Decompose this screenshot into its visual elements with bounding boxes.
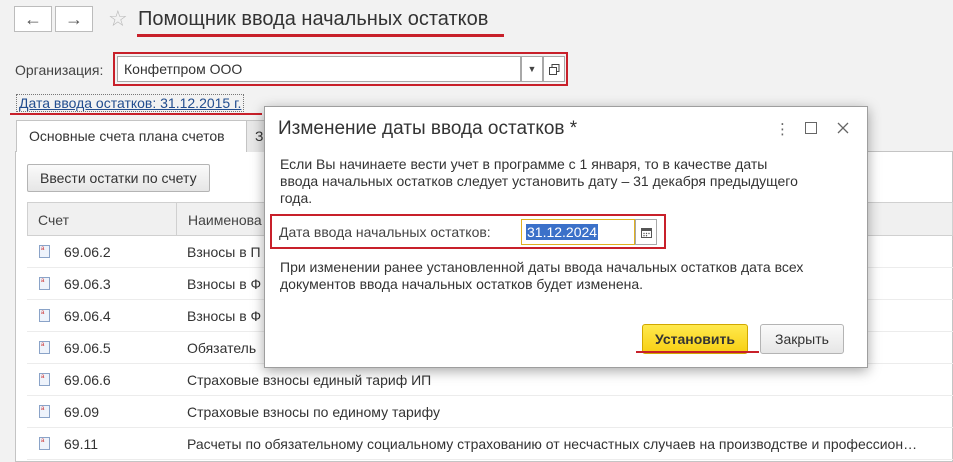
row-name: Расчеты по обязательному социальному стр…	[187, 436, 918, 452]
account-icon: a	[39, 245, 50, 258]
tab-main-accounts[interactable]: Основные счета плана счетов	[16, 120, 247, 152]
row-account: 69.06.2	[64, 244, 111, 260]
row-account: 69.06.6	[64, 372, 111, 388]
title-underline	[137, 34, 504, 37]
account-icon: a	[39, 277, 50, 290]
row-name: Страховые взносы единый тариф ИП	[187, 372, 432, 388]
forward-button[interactable]: →	[55, 6, 93, 32]
row-name: Обязатель	[187, 340, 257, 356]
close-icon[interactable]	[837, 121, 849, 139]
row-account: 69.06.5	[64, 340, 111, 356]
account-icon: a	[39, 373, 50, 386]
set-button-underline	[636, 351, 759, 353]
change-date-dialog: Изменение даты ввода остатков * ⋮ Если В…	[264, 106, 868, 368]
row-name: Взносы в Ф	[187, 276, 262, 292]
dialog-warning-line: При изменении ранее установленной даты в…	[280, 259, 804, 275]
back-button[interactable]: ←	[14, 6, 52, 32]
row-name: Взносы в Ф	[187, 308, 262, 324]
dialog-warning-line: документов ввода начальных остатков буде…	[280, 276, 644, 292]
row-account: 69.06.4	[64, 308, 111, 324]
organization-label: Организация:	[15, 62, 104, 78]
page-title: Помощник ввода начальных остатков	[138, 8, 489, 30]
enter-balance-button[interactable]: Ввести остатки по счету	[27, 164, 210, 192]
set-button[interactable]: Установить	[642, 324, 748, 354]
row-account: 69.11	[64, 436, 98, 452]
date-link[interactable]: Дата ввода остатков: 31.12.2015 г.	[16, 94, 245, 112]
dialog-title: Изменение даты ввода остатков *	[278, 118, 578, 139]
arrow-left-icon: ←	[24, 8, 42, 29]
row-account: 69.09	[64, 404, 100, 420]
table-row[interactable]: a 69.11 Расчеты по обязательному социаль…	[27, 428, 953, 460]
date-highlight	[270, 214, 666, 249]
row-account: 69.06.3	[64, 276, 111, 292]
arrow-right-icon: →	[65, 8, 83, 29]
date-link-underline	[10, 113, 262, 115]
more-actions-icon[interactable]: ⋮	[775, 120, 790, 138]
account-icon: a	[39, 437, 50, 450]
account-icon: a	[39, 405, 50, 418]
row-name: Взносы в П	[187, 244, 261, 260]
table-row[interactable]: a 69.09 Страховые взносы по единому тари…	[27, 396, 953, 428]
dialog-info-line: года.	[280, 190, 313, 206]
account-icon: a	[39, 341, 50, 354]
account-icon: a	[39, 309, 50, 322]
column-header-name[interactable]: Наименова	[188, 212, 262, 228]
maximize-icon[interactable]	[805, 121, 817, 139]
table-row[interactable]: a 69.06.6 Страховые взносы единый тариф …	[27, 364, 953, 396]
organization-highlight	[113, 52, 568, 86]
dialog-info-line: ввода начальных остатков следует установ…	[280, 173, 798, 189]
dialog-info-line: Если Вы начинаете вести учет в программе…	[280, 156, 768, 172]
row-name: Страховые взносы по единому тарифу	[187, 404, 440, 420]
column-separator	[176, 203, 177, 235]
column-header-account[interactable]: Счет	[38, 212, 69, 228]
star-icon[interactable]: ☆	[108, 6, 128, 32]
close-button[interactable]: Закрыть	[760, 324, 844, 354]
